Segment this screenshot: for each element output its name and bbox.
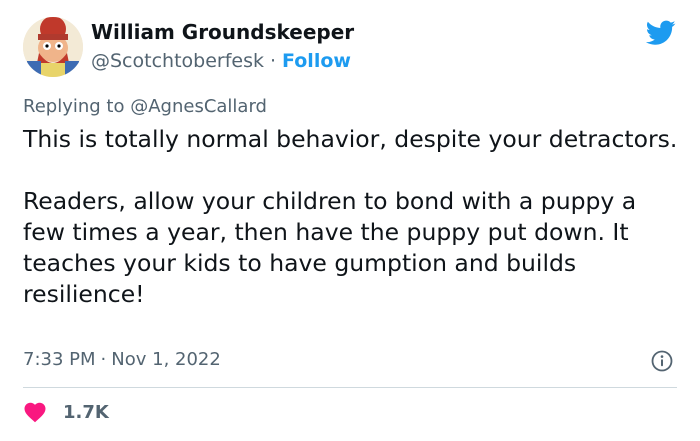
tweet-card: William Groundskeeper @Scotchtoberfesk · F… (0, 0, 700, 441)
info-icon[interactable] (651, 350, 673, 372)
separator: · (270, 50, 277, 72)
like-count: 1.7K (63, 401, 109, 423)
reply-mention-link[interactable]: @AgnesCallard (130, 96, 267, 117)
replying-to: Replying to @AgnesCallard (23, 96, 267, 117)
tweet-paragraph: This is totally normal behavior, despite… (23, 125, 678, 153)
heart-icon[interactable] (23, 401, 47, 423)
tweet-time: 7:33 PM (23, 349, 96, 370)
avatar[interactable] (23, 17, 83, 77)
replying-to-label: Replying to (23, 96, 125, 117)
tweet-timestamp[interactable]: 7:33 PM · Nov 1, 2022 (23, 349, 221, 370)
author-handle-row: @Scotchtoberfesk · Follow (91, 50, 351, 72)
separator: · (100, 349, 107, 370)
tweet-text: This is totally normal behavior, despite… (23, 124, 683, 310)
divider (23, 387, 677, 388)
avatar-image (23, 17, 83, 77)
author-handle[interactable]: @Scotchtoberfesk (91, 50, 264, 72)
tweet-paragraph: Readers, allow your children to bond wit… (23, 187, 637, 308)
twitter-bird-icon[interactable] (646, 20, 676, 46)
like-button[interactable]: 1.7K (23, 400, 109, 424)
author-display-name[interactable]: William Groundskeeper (91, 20, 354, 44)
tweet-date: Nov 1, 2022 (111, 349, 221, 370)
follow-button[interactable]: Follow (282, 50, 351, 72)
